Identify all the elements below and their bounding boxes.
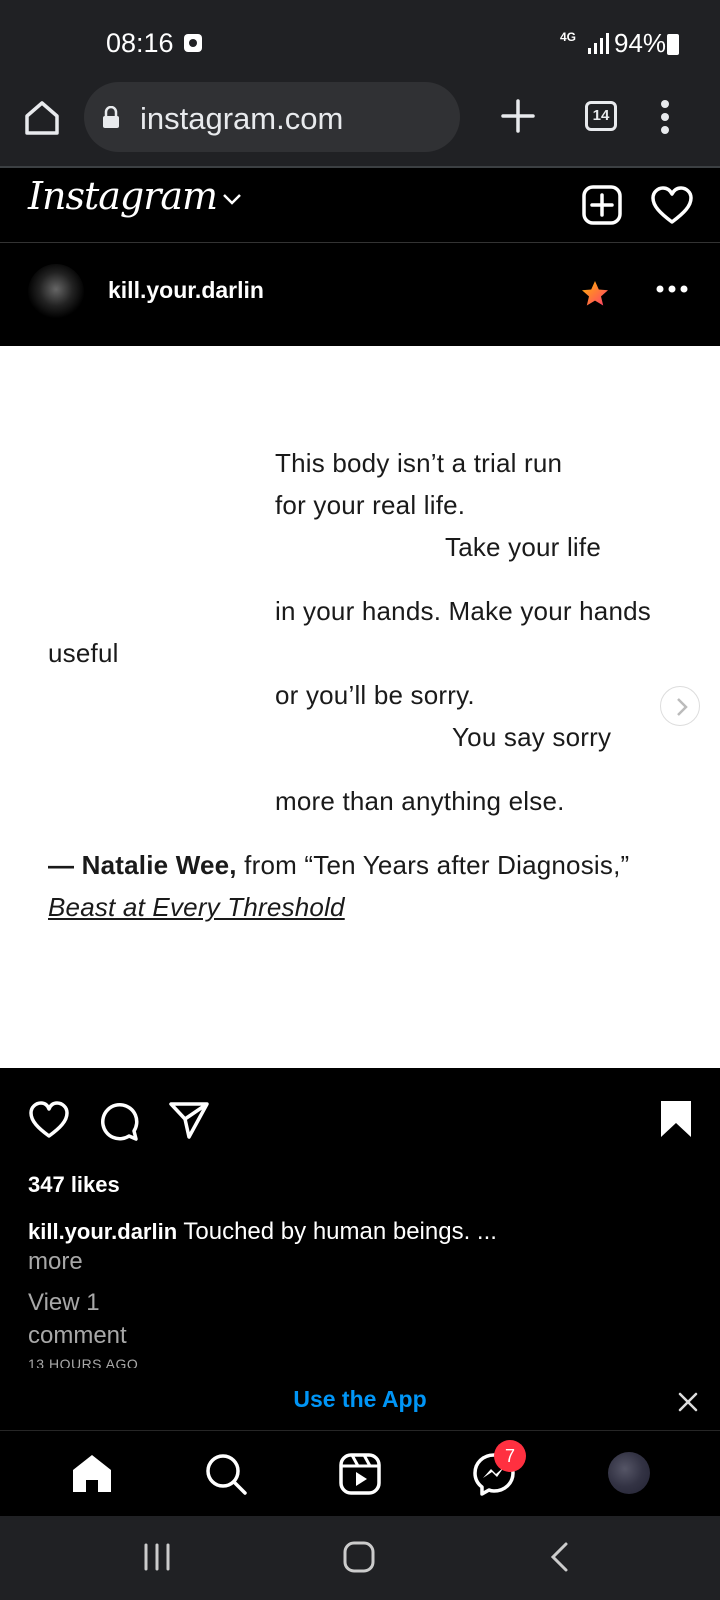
messages-badge: 7 [494,1440,526,1472]
home-icon[interactable] [70,1452,114,1494]
view-comments-link[interactable]: View 1 comment [28,1286,188,1352]
poem-attribution: — Natalie Wee, from “Ten Years after Dia… [48,850,629,881]
post-username[interactable]: kill.your.darlin [108,277,264,304]
lock-icon [103,106,119,128]
poem-line: for your real life. [275,490,466,520]
poem-line: or you’ll be sorry. [275,680,475,710]
favorite-star-icon [582,281,608,306]
instagram-logo[interactable]: Instagram [28,174,218,218]
post-image[interactable]: This body isn’t a trial run for your rea… [0,346,720,1068]
url-text[interactable]: instagram.com [140,101,343,137]
like-heart-icon[interactable] [28,1100,70,1140]
chevron-down-icon[interactable] [222,192,242,206]
more-options-icon[interactable] [656,284,688,294]
tab-switcher-button[interactable]: 14 [585,101,617,131]
book-title: Beast at Every Threshold [48,892,345,922]
close-icon[interactable] [676,1390,700,1414]
search-icon[interactable] [204,1452,248,1496]
new-tab-icon[interactable] [500,98,536,134]
battery-icon [667,34,679,55]
caption-more-link[interactable]: more [28,1248,83,1276]
use-app-link[interactable]: Use the App [0,1386,720,1413]
recent-apps-icon[interactable] [142,1542,172,1572]
back-icon[interactable] [548,1540,570,1574]
browser-menu-icon[interactable] [660,100,670,134]
poem-line: in your hands. Make your hands [275,596,651,626]
poem-line: Take your life [445,532,601,562]
system-home-icon[interactable] [342,1540,376,1574]
caption-username[interactable]: kill.your.darlin [28,1219,177,1244]
battery-percent: 94% [614,28,667,58]
likes-count[interactable]: 347 likes [28,1172,120,1198]
attribution-dash: — [48,850,82,880]
carousel-next-button[interactable] [660,686,700,726]
network-type-icon: 4G [560,30,577,44]
poem-line: more than anything else. [275,786,565,816]
browser-home-icon[interactable] [22,98,62,138]
reels-icon[interactable] [338,1452,382,1496]
bookmark-icon[interactable] [660,1100,692,1138]
post-caption: kill.your.darlin Touched by human beings… [28,1216,688,1248]
status-time: 08:16 [106,28,174,58]
poem-line: useful [48,638,119,668]
profile-avatar[interactable] [608,1452,650,1494]
share-icon[interactable] [168,1100,210,1140]
new-post-icon[interactable] [582,185,622,225]
avatar[interactable] [28,264,84,320]
comment-icon[interactable] [98,1100,140,1142]
heart-icon[interactable] [650,185,694,225]
poem-line: You say sorry [452,722,612,752]
screen-record-icon [184,34,202,52]
caption-text: Touched by human beings. ... [177,1218,497,1245]
poem-line: This body isn’t a trial run [275,448,563,478]
attribution-source: from “Ten Years after Diagnosis,” [236,850,630,880]
chevron-right-icon [677,698,688,716]
signal-icon [588,33,609,54]
attribution-author: Natalie Wee, [81,850,237,880]
